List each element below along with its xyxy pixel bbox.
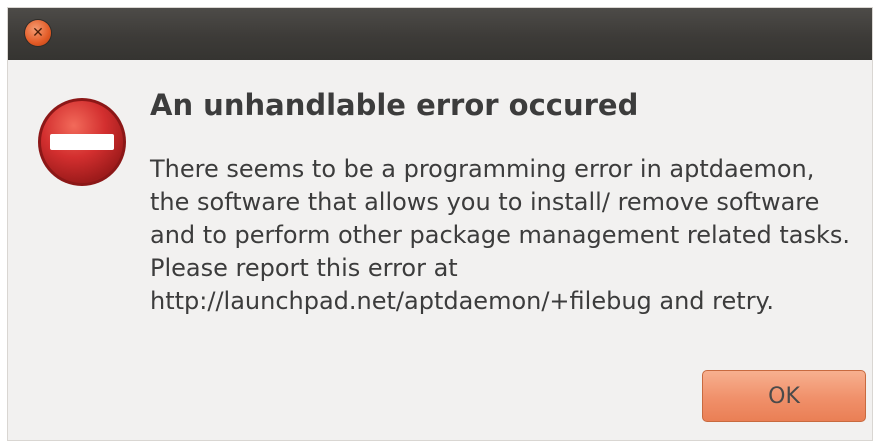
dialog-message: There seems to be a programming error in… [150,155,851,315]
error-stop-icon [38,98,126,186]
dialog-heading: An unhandlable error occured [150,88,639,122]
error-dialog-window: ✕ An unhandlable error occured There see… [8,8,872,440]
ok-button[interactable]: OK [702,370,866,422]
close-window-button[interactable]: ✕ [25,20,51,46]
close-icon: ✕ [32,25,44,41]
title-bar: ✕ [8,8,872,60]
